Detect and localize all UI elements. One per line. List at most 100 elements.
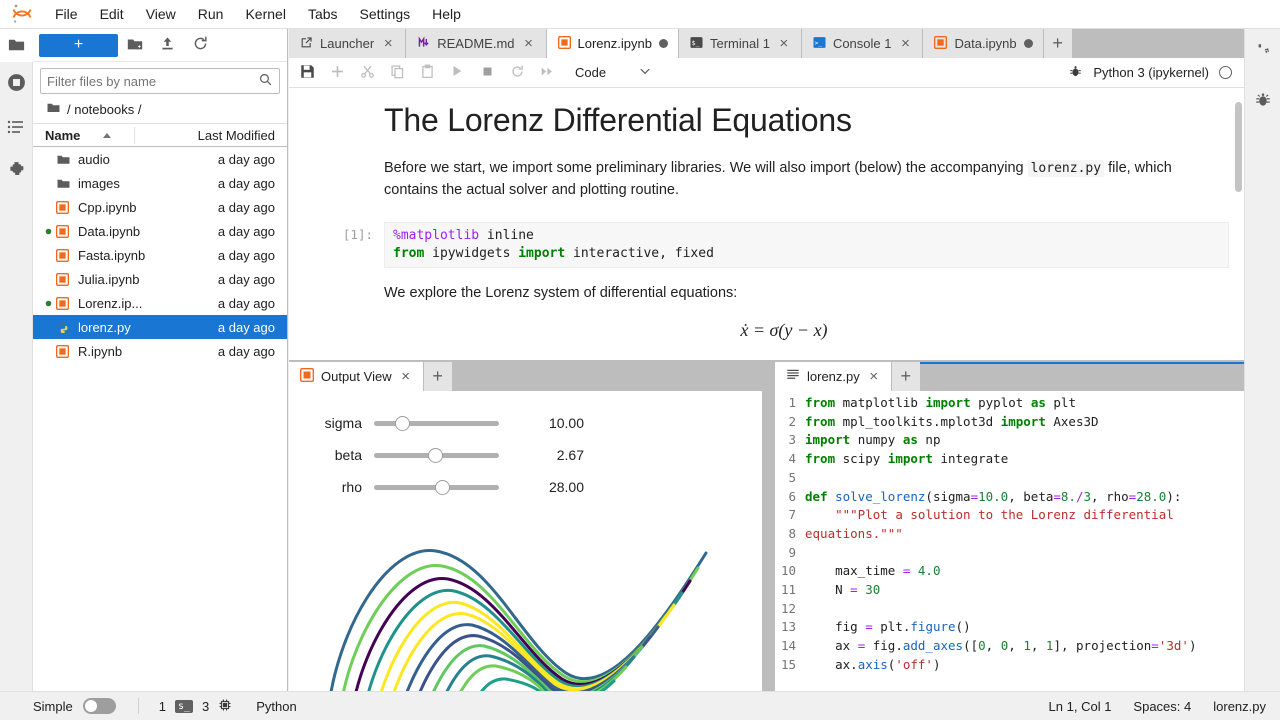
- file-list-item[interactable]: Data.ipynba day ago: [33, 219, 287, 243]
- tab-lorenz-ipynb[interactable]: Lorenz.ipynb: [547, 29, 679, 58]
- file-list-item[interactable]: Cpp.ipynba day ago: [33, 195, 287, 219]
- sidebar-item-running[interactable]: [0, 62, 33, 106]
- code-line[interactable]: [805, 600, 1235, 619]
- sidebar-item-extensions[interactable]: [0, 150, 33, 194]
- tab-data-ipynb[interactable]: Data.ipynb: [923, 29, 1043, 58]
- close-icon[interactable]: ×: [399, 369, 413, 384]
- copy-button[interactable]: [382, 60, 412, 86]
- menu-run[interactable]: Run: [187, 0, 235, 29]
- unsaved-indicator[interactable]: [659, 39, 668, 48]
- save-button[interactable]: [292, 60, 322, 86]
- close-icon[interactable]: ×: [898, 36, 912, 51]
- notebook-toolbar: Code Python 3 (ipyke: [289, 58, 1244, 88]
- filter-files-box[interactable]: [40, 68, 280, 94]
- close-icon[interactable]: ×: [867, 369, 881, 384]
- sidebar-item-toc[interactable]: [0, 106, 33, 150]
- indent-spaces[interactable]: Spaces: 4: [1133, 699, 1191, 714]
- code-line[interactable]: N = 30: [805, 581, 1235, 600]
- code-line[interactable]: [805, 675, 1235, 691]
- code-line[interactable]: fig = plt.figure(): [805, 618, 1235, 637]
- menu-tabs[interactable]: Tabs: [297, 0, 349, 29]
- cursor-position[interactable]: Ln 1, Col 1: [1049, 699, 1112, 714]
- code-token: np: [925, 432, 940, 447]
- tab-terminal-1[interactable]: $_Terminal 1×: [679, 29, 802, 58]
- notebook-content[interactable]: The Lorenz Differential Equations Before…: [289, 88, 1244, 360]
- menu-kernel[interactable]: Kernel: [234, 0, 296, 29]
- cell-type-select[interactable]: Code: [572, 61, 654, 85]
- column-header-modified[interactable]: Last Modified: [177, 128, 287, 143]
- code-line[interactable]: import numpy as np: [805, 431, 1235, 450]
- code-line[interactable]: """Plot a solution to the Lorenz differe…: [805, 506, 1235, 543]
- close-icon[interactable]: ×: [777, 36, 791, 51]
- menu-view[interactable]: View: [135, 0, 187, 29]
- slider-handle[interactable]: [428, 448, 443, 463]
- code-line[interactable]: ax = fig.add_axes([0, 0, 1, 1], projecti…: [805, 637, 1235, 656]
- code-line[interactable]: def solve_lorenz(sigma=10.0, beta=8./3, …: [805, 488, 1235, 507]
- code-line[interactable]: [805, 469, 1235, 488]
- file-list-item[interactable]: R.ipynba day ago: [33, 339, 287, 363]
- sidebar-item-file-browser[interactable]: [0, 29, 33, 62]
- sidebar-item-property-inspector[interactable]: [1245, 29, 1280, 77]
- tab-console-1[interactable]: >_Console 1×: [802, 29, 924, 58]
- menu-settings[interactable]: Settings: [349, 0, 422, 29]
- file-list-item[interactable]: Julia.ipynba day ago: [33, 267, 287, 291]
- terminal-count[interactable]: 3: [202, 699, 209, 714]
- refresh-button[interactable]: [184, 32, 217, 58]
- search-input[interactable]: [47, 74, 258, 89]
- add-tab-button[interactable]: +: [424, 362, 452, 391]
- code-line[interactable]: [805, 544, 1235, 563]
- kernel-status-indicator[interactable]: [1219, 66, 1232, 79]
- add-tab-button[interactable]: +: [892, 362, 920, 391]
- code-line[interactable]: from matplotlib import pyplot as plt: [805, 394, 1235, 413]
- file-list-item[interactable]: Lorenz.ip...a day ago: [33, 291, 287, 315]
- slider-sigma[interactable]: [374, 413, 499, 433]
- file-list-item[interactable]: lorenz.pya day ago: [33, 315, 287, 339]
- file-list-item[interactable]: audioa day ago: [33, 147, 287, 171]
- menu-edit[interactable]: Edit: [89, 0, 135, 29]
- code-editor-area[interactable]: from matplotlib import pyplot as pltfrom…: [801, 391, 1235, 691]
- code-cell[interactable]: [1]: %matplotlib inline from ipywidgets …: [289, 222, 1244, 268]
- interrupt-kernel-button[interactable]: [472, 60, 502, 86]
- slider-beta[interactable]: [374, 445, 499, 465]
- new-folder-button[interactable]: [118, 32, 151, 58]
- cut-button[interactable]: [352, 60, 382, 86]
- code-line[interactable]: from mpl_toolkits.mplot3d import Axes3D: [805, 413, 1235, 432]
- sidebar-item-debugger[interactable]: [1245, 77, 1280, 125]
- new-launcher-button[interactable]: +: [39, 34, 118, 57]
- code-line[interactable]: ax.axis('off'): [805, 656, 1235, 675]
- file-list-item[interactable]: Fasta.ipynba day ago: [33, 243, 287, 267]
- bug-icon[interactable]: [1068, 64, 1083, 82]
- kernel-session-count[interactable]: 1: [159, 699, 166, 714]
- cell-type-value: Code: [575, 65, 606, 80]
- tab-readme-md[interactable]: README.md×: [406, 29, 546, 58]
- menu-help[interactable]: Help: [421, 0, 472, 29]
- restart-kernel-button[interactable]: [502, 60, 532, 86]
- slider-rho[interactable]: [374, 477, 499, 497]
- simple-mode-toggle[interactable]: [83, 698, 116, 714]
- cell-source[interactable]: %matplotlib inline from ipywidgets impor…: [384, 222, 1229, 268]
- close-icon[interactable]: ×: [381, 36, 395, 51]
- column-header-name[interactable]: Name: [45, 128, 80, 143]
- slider-handle[interactable]: [395, 416, 410, 431]
- tab-output-view[interactable]: Output View ×: [289, 362, 424, 391]
- code-line[interactable]: from scipy import integrate: [805, 450, 1235, 469]
- unsaved-indicator[interactable]: [1024, 39, 1033, 48]
- tab-launcher[interactable]: Launcher×: [289, 29, 406, 58]
- upload-button[interactable]: [151, 32, 184, 58]
- new-tab-button[interactable]: +: [1044, 29, 1072, 58]
- menu-file[interactable]: File: [44, 0, 89, 29]
- notebook-scrollbar[interactable]: [1235, 102, 1242, 192]
- run-cell-button[interactable]: [442, 60, 472, 86]
- kernel-name[interactable]: Python 3 (ipykernel): [1093, 65, 1209, 80]
- tab-lorenz-py[interactable]: lorenz.py ×: [775, 362, 892, 391]
- close-icon[interactable]: ×: [522, 36, 536, 51]
- breadcrumb[interactable]: / notebooks /: [33, 97, 287, 123]
- code-line[interactable]: max_time = 4.0: [805, 562, 1235, 581]
- file-list-item[interactable]: imagesa day ago: [33, 171, 287, 195]
- editor-scrollbar[interactable]: [1235, 391, 1244, 691]
- slider-handle[interactable]: [435, 480, 450, 495]
- restart-run-all-button[interactable]: [532, 60, 562, 86]
- editor-body[interactable]: 123456789101112131415 from matplotlib im…: [775, 391, 1244, 691]
- insert-cell-button[interactable]: [322, 60, 352, 86]
- paste-button[interactable]: [412, 60, 442, 86]
